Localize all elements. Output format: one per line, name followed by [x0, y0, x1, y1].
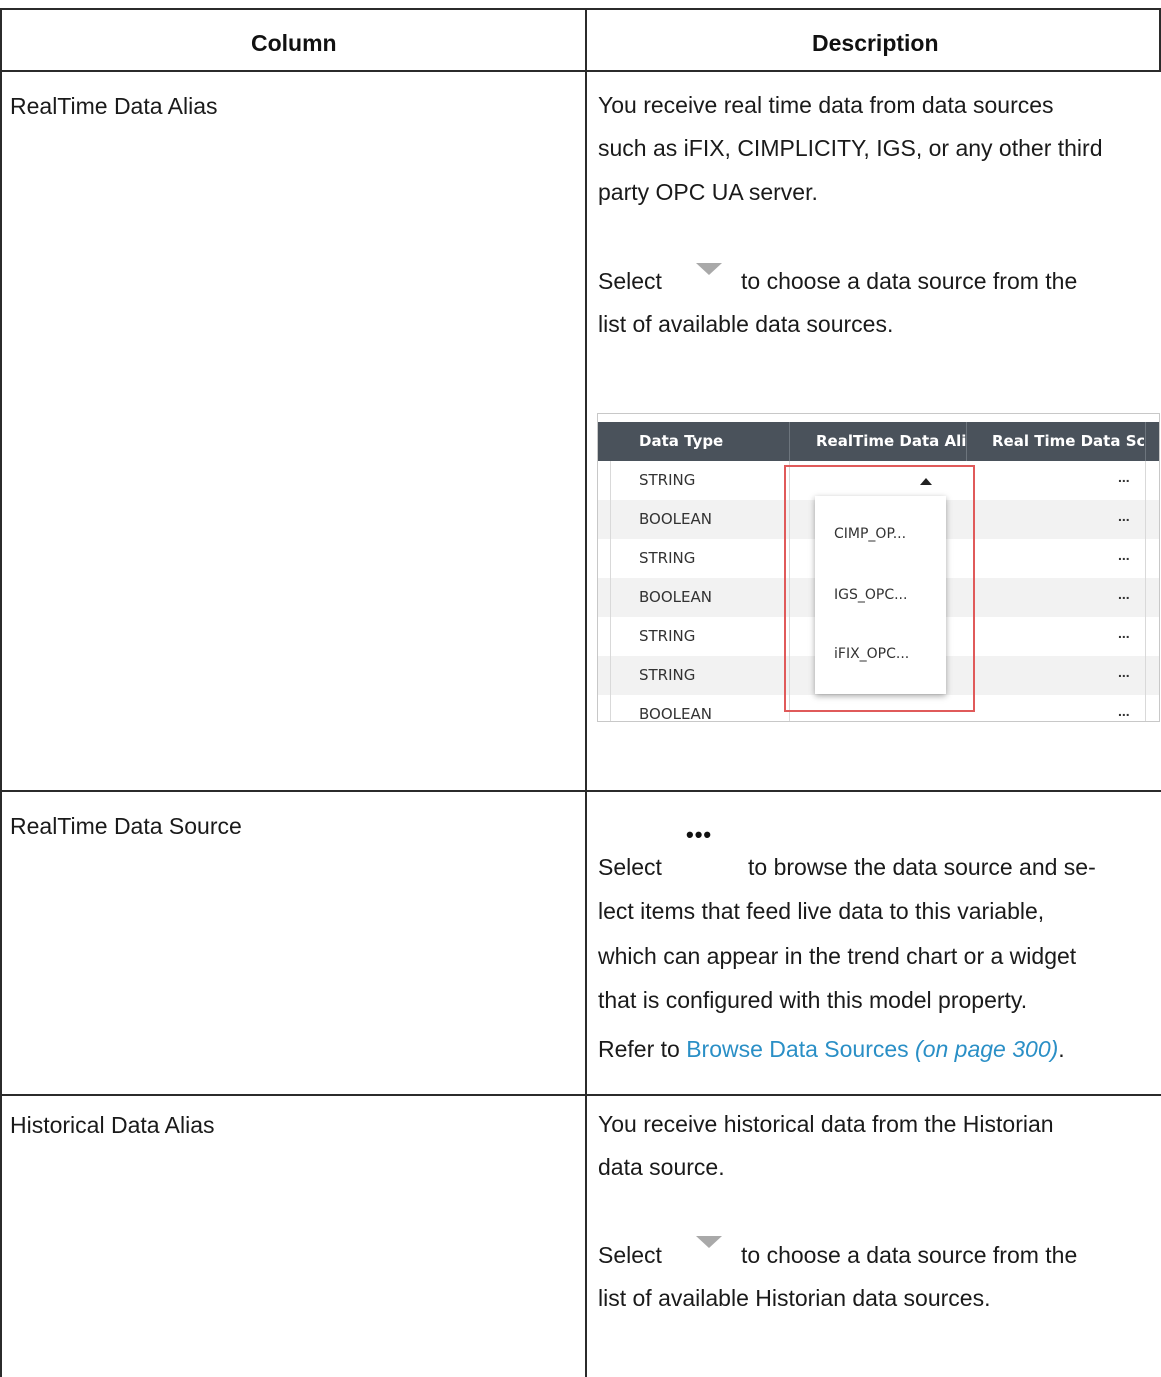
grid-data-type: BOOLEAN	[639, 510, 712, 528]
grid-column-line	[1145, 461, 1146, 721]
grid-header: Data Type RealTime Data Ali Real Time Da…	[598, 422, 1159, 461]
row-name-historical-data-alias: Historical Data Alias	[10, 1112, 215, 1138]
ellipsis-icon[interactable]: ...	[1118, 586, 1130, 602]
ellipsis-icon[interactable]: ...	[1118, 508, 1130, 524]
ellipsis-icon[interactable]: ...	[1118, 664, 1130, 680]
grid-header-divider	[966, 422, 967, 461]
grid-header-realtime-alias: RealTime Data Ali	[816, 432, 966, 450]
dropdown-triangle-icon	[696, 1236, 722, 1248]
grid-data-type: STRING	[639, 471, 696, 489]
refer-to-line: Refer to Browse Data Sources (on page 30…	[598, 1030, 1158, 1068]
grid-data-type: STRING	[639, 627, 696, 645]
ellipsis-icon: •••	[686, 822, 713, 847]
historical-select-rest: to choose a data source from the	[741, 1242, 1078, 1268]
dropdown-option[interactable]: IGS_OPC...	[834, 587, 907, 603]
grid-header-divider	[1145, 422, 1146, 461]
dropdown-option[interactable]: iFIX_OPC...	[834, 646, 909, 662]
grid-data-type: STRING	[639, 666, 696, 684]
realtime-alias-select-line-2: list of available data sources.	[598, 311, 894, 337]
row-divider-1	[0, 790, 1161, 792]
description-header: Description	[812, 30, 939, 56]
data-source-dropdown: CIMP_OP... IGS_OPC... iFIX_OPC...	[815, 496, 946, 694]
grid-header-divider	[789, 422, 790, 461]
realtime-source-line-3: which can appear in the trend chart or a…	[598, 943, 1077, 969]
historical-alias-line-1: You receive historical data from the His…	[598, 1111, 1054, 1137]
dropdown-option[interactable]: CIMP_OP...	[834, 526, 906, 542]
table-border-left	[0, 8, 2, 1377]
row-name-realtime-data-alias: RealTime Data Alias	[10, 93, 218, 119]
realtime-source-line-4: that is configured with this model prope…	[598, 987, 1028, 1013]
dropdown-triangle-icon	[696, 263, 722, 275]
ellipsis-icon[interactable]: ...	[1118, 547, 1130, 563]
row-divider-2	[0, 1094, 1161, 1096]
ellipsis-icon[interactable]: ...	[1118, 625, 1130, 641]
refer-period: .	[1058, 1036, 1065, 1062]
historical-select-line-2: list of available Historian data sources…	[598, 1285, 991, 1311]
realtime-source-select-rest: to browse the data source and se-	[748, 854, 1096, 880]
column-header: Column	[251, 30, 337, 56]
ellipsis-icon[interactable]: ...	[1118, 703, 1130, 719]
ellipsis-icon[interactable]: ...	[1118, 469, 1130, 485]
realtime-alias-select-word: Select	[598, 268, 662, 294]
realtime-source-select-word: Select	[598, 854, 662, 880]
realtime-source-line-2: lect items that feed live data to this v…	[598, 898, 1045, 924]
historical-alias-line-2: data source.	[598, 1154, 725, 1180]
page-reference[interactable]: (on page 300)	[915, 1036, 1058, 1062]
historical-select-word: Select	[598, 1242, 662, 1268]
row-name-realtime-data-source: RealTime Data Source	[10, 813, 242, 839]
browse-data-sources-link[interactable]: Browse Data Sources	[686, 1036, 908, 1062]
grid-data-type: STRING	[639, 549, 696, 567]
header-divider	[0, 70, 1161, 72]
refer-prefix: Refer to	[598, 1036, 680, 1062]
grid-data-type: BOOLEAN	[639, 588, 712, 606]
grid-data-type: BOOLEAN	[639, 705, 712, 722]
grid-column-line	[610, 461, 611, 721]
realtime-alias-line-3: party OPC UA server.	[598, 179, 818, 205]
grid-header-realtime-source: Real Time Data Sc	[992, 432, 1144, 450]
realtime-alias-select-rest: to choose a data source from the	[741, 268, 1078, 294]
table-column-divider	[585, 8, 587, 1377]
caret-up-icon[interactable]	[920, 478, 932, 485]
embedded-grid-screenshot: Data Type RealTime Data Ali Real Time Da…	[597, 413, 1160, 722]
grid-header-data-type: Data Type	[639, 432, 724, 450]
realtime-alias-line-2: such as iFIX, CIMPLICITY, IGS, or any ot…	[598, 135, 1103, 161]
realtime-alias-line-1: You receive real time data from data sou…	[598, 92, 1054, 118]
table-border-top	[0, 8, 1161, 10]
